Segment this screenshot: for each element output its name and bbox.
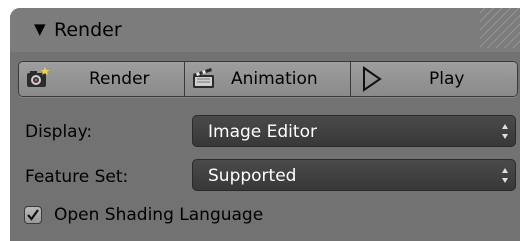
render-panel-header[interactable]: ▼ Render (10, 8, 520, 52)
display-select-value: Image Editor (208, 122, 317, 142)
render-button-label: Render (89, 69, 150, 89)
play-button-label: Play (429, 69, 465, 89)
feature-set-select[interactable]: Supported (192, 159, 516, 191)
up-down-arrows-icon (501, 123, 509, 140)
camera-render-icon (24, 66, 50, 95)
render-buttons-row: Render Animation Play (18, 61, 518, 97)
triangle-down-icon[interactable]: ▼ (34, 20, 46, 38)
display-select[interactable]: Image Editor (192, 115, 516, 147)
render-button[interactable]: Render (19, 62, 185, 96)
panel-title: Render (54, 19, 122, 41)
play-triangle-icon (361, 66, 383, 96)
checkmark-icon (27, 209, 39, 221)
clapperboard-icon (191, 66, 217, 95)
display-label: Display: (25, 122, 93, 142)
panel-drag-grip-icon[interactable] (480, 8, 520, 48)
animation-button-label: Animation (231, 69, 318, 89)
up-down-arrows-icon (501, 167, 509, 184)
open-shading-language-checkbox[interactable] (24, 206, 42, 224)
animation-button[interactable]: Animation (185, 62, 351, 96)
feature-set-label: Feature Set: (25, 167, 129, 187)
feature-set-select-value: Supported (208, 166, 297, 186)
open-shading-language-label[interactable]: Open Shading Language (54, 205, 263, 225)
play-button[interactable]: Play (351, 62, 517, 96)
